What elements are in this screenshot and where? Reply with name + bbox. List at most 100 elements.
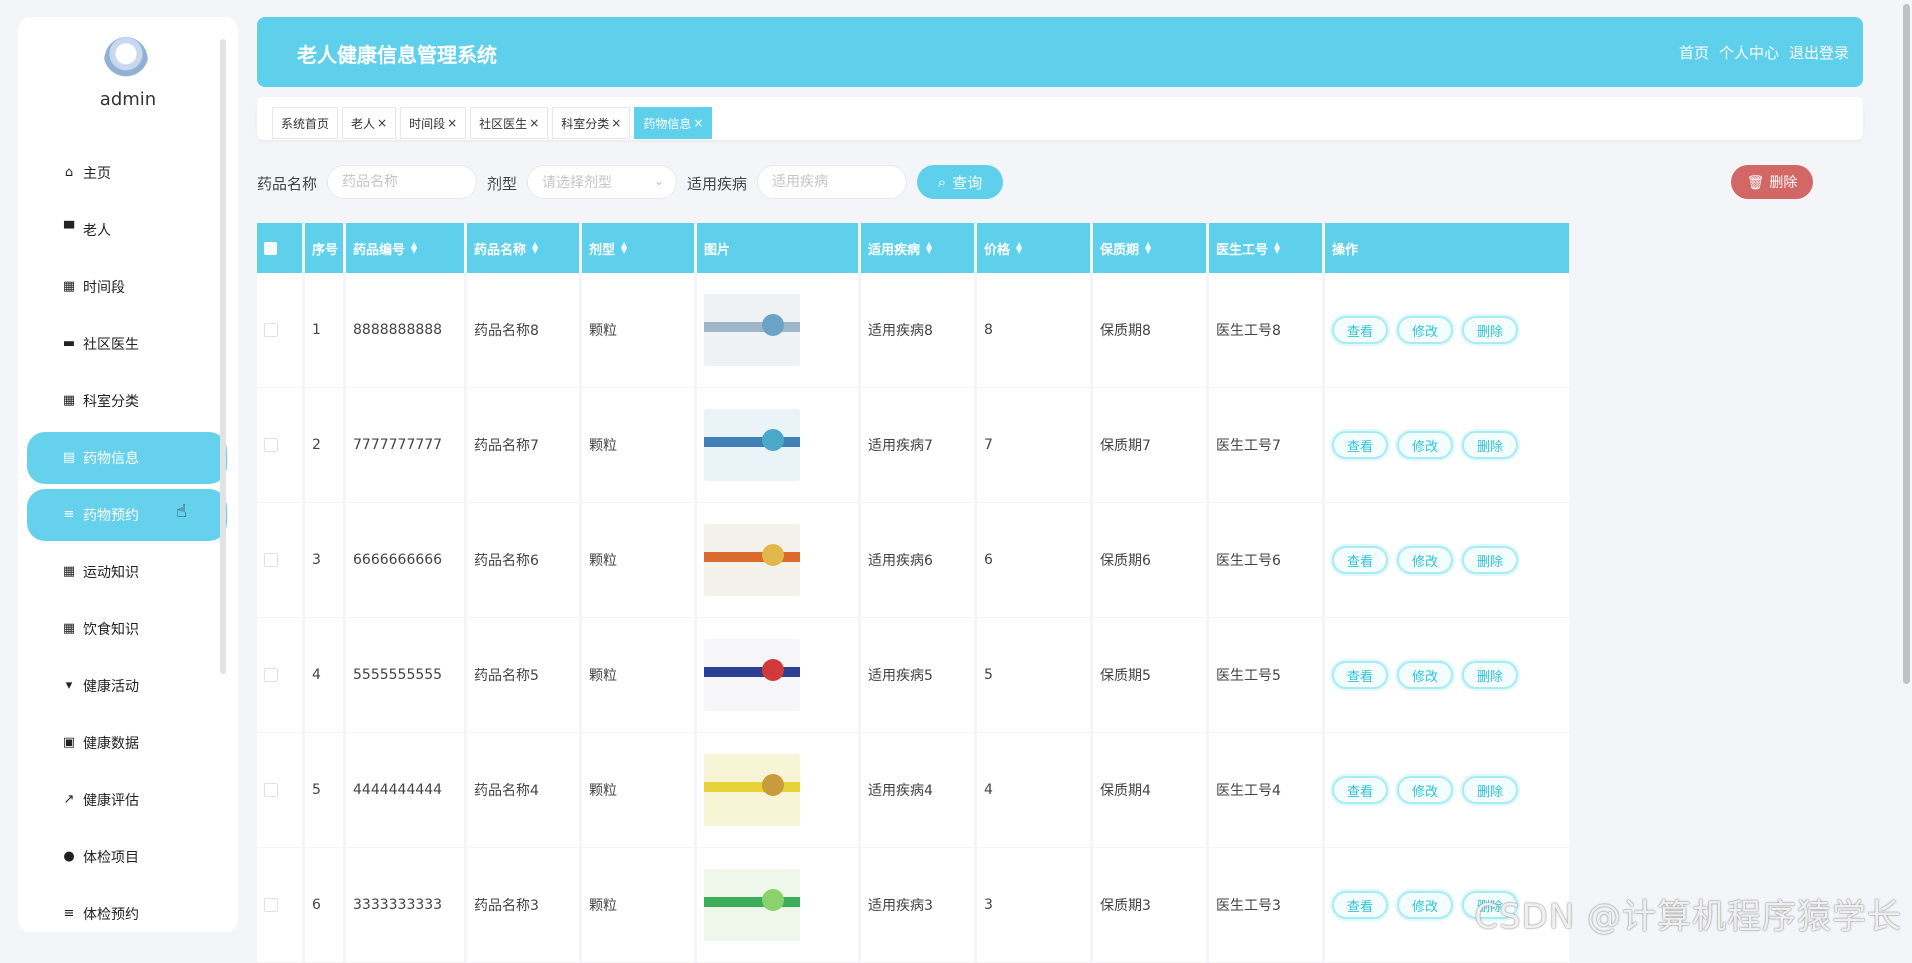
tab[interactable]: 时间段 × xyxy=(400,107,467,139)
cell-form: 颗粒 xyxy=(582,733,694,848)
drug-image-mark xyxy=(762,659,784,681)
close-icon[interactable]: × xyxy=(611,116,621,130)
sidebar-item[interactable]: ▦ 科室分类 xyxy=(27,375,227,427)
sidebar-item[interactable]: ↗ 健康评估 xyxy=(27,774,227,826)
cell-no: 4 xyxy=(305,618,343,733)
tab[interactable]: 老人 × xyxy=(342,107,397,139)
sidebar-scrollbar[interactable] xyxy=(220,39,226,674)
card-icon: ▬ xyxy=(62,336,76,351)
drug-image-band xyxy=(704,322,800,332)
edit-button[interactable]: 修改 xyxy=(1397,776,1453,804)
view-button[interactable]: 查看 xyxy=(1332,431,1388,459)
view-button[interactable]: 查看 xyxy=(1332,776,1388,804)
sidebar-item[interactable]: ▤ 药物信息 xyxy=(27,432,227,484)
sidebar-item-label: 健康活动 xyxy=(83,679,139,695)
close-icon[interactable]: × xyxy=(529,116,539,130)
tab[interactable]: 药物信息 × xyxy=(634,107,713,139)
row-checkbox[interactable] xyxy=(264,323,278,337)
row-checkbox[interactable] xyxy=(264,783,278,797)
close-icon[interactable]: × xyxy=(377,116,387,130)
grid-icon: ▦ xyxy=(62,279,76,294)
sidebar-item[interactable]: ⌂ 主页 xyxy=(27,147,227,199)
column-header-label: 价格 xyxy=(984,242,1011,258)
sort-icon[interactable]: ▲ ▼ xyxy=(1145,241,1151,255)
delete-button[interactable]: 删除 xyxy=(1462,546,1518,574)
edit-button[interactable]: 修改 xyxy=(1397,316,1453,344)
sort-icon[interactable]: ▲ ▼ xyxy=(532,241,538,255)
query-button[interactable]: ⌕ 查询 xyxy=(917,165,1003,199)
view-button[interactable]: 查看 xyxy=(1332,316,1388,344)
sidebar-item[interactable]: ▀ 老人 xyxy=(27,204,227,256)
close-icon[interactable]: × xyxy=(693,116,703,130)
cell-actions: 查看 修改 删除 xyxy=(1325,618,1569,733)
row-checkbox[interactable] xyxy=(264,553,278,567)
sort-icon[interactable]: ▲ ▼ xyxy=(1016,241,1022,255)
view-button[interactable]: 查看 xyxy=(1332,661,1388,689)
sort-icon[interactable]: ▲ ▼ xyxy=(926,241,932,255)
logout-link[interactable]: 退出登录 xyxy=(1789,42,1849,63)
view-button[interactable]: 查看 xyxy=(1332,546,1388,574)
drug-image-mark xyxy=(762,429,784,451)
avatar[interactable] xyxy=(104,37,148,85)
sidebar-item[interactable]: ▣ 健康数据 xyxy=(27,717,227,769)
sidebar-item[interactable]: ▦ 运动知识 xyxy=(27,546,227,598)
top-header: 老人健康信息管理系统 首页 个人中心 退出登录 xyxy=(257,17,1863,87)
column-header[interactable]: 药品名称 ▲ ▼ xyxy=(467,223,579,273)
bulb-icon: ● xyxy=(63,849,75,864)
column-header-label: 操作 xyxy=(1332,242,1359,258)
sidebar-item[interactable]: ≡ 药物预约 xyxy=(27,489,227,541)
sidebar-item[interactable]: ▦ 饮食知识 xyxy=(27,603,227,655)
column-header[interactable]: 适用疾病 ▲ ▼ xyxy=(861,223,974,273)
edit-button[interactable]: 修改 xyxy=(1397,661,1453,689)
drug-image[interactable] xyxy=(704,754,800,826)
delete-button[interactable]: 删除 xyxy=(1462,661,1518,689)
drug-image[interactable] xyxy=(704,524,800,596)
sidebar-item[interactable]: ● 体检项目 xyxy=(27,831,227,883)
drug-image[interactable] xyxy=(704,294,800,366)
close-icon[interactable]: × xyxy=(447,116,457,130)
edit-button[interactable]: 修改 xyxy=(1397,431,1453,459)
sidebar-item[interactable]: ▾ 健康活动 xyxy=(27,660,227,712)
column-header[interactable]: 剂型 ▲ ▼ xyxy=(582,223,694,273)
drug-name-input[interactable] xyxy=(327,165,477,199)
row-checkbox[interactable] xyxy=(264,438,278,452)
row-checkbox[interactable] xyxy=(264,898,278,912)
disease-input[interactable] xyxy=(757,165,907,199)
sidebar-item[interactable]: ▦ 时间段 xyxy=(27,261,227,313)
sidebar-item[interactable]: ≡ 体检预约 xyxy=(27,888,227,932)
batch-delete-button[interactable]: 🗑 删除 xyxy=(1731,165,1813,199)
sidebar-item[interactable]: ▬ 社区医生 xyxy=(27,318,227,370)
column-header[interactable]: 保质期 ▲ ▼ xyxy=(1093,223,1206,273)
drug-image[interactable] xyxy=(704,639,800,711)
drug-image[interactable] xyxy=(704,409,800,481)
delete-button[interactable]: 删除 xyxy=(1462,776,1518,804)
sort-icon[interactable]: ▲ ▼ xyxy=(1274,241,1280,255)
home-link[interactable]: 首页 xyxy=(1679,42,1709,63)
row-actions: 查看 修改 删除 xyxy=(1332,431,1518,459)
row-actions: 查看 修改 删除 xyxy=(1332,661,1518,689)
view-button[interactable]: 查看 xyxy=(1332,891,1388,919)
sort-icon[interactable]: ▲ ▼ xyxy=(411,241,417,255)
page-scrollbar[interactable] xyxy=(1903,4,1910,684)
edit-button[interactable]: 修改 xyxy=(1397,891,1453,919)
username: admin xyxy=(99,89,157,110)
tab[interactable]: 科室分类 × xyxy=(552,107,631,139)
cell-image xyxy=(697,618,858,733)
tab[interactable]: 社区医生 × xyxy=(470,107,549,139)
sidebar-item-label: 体检预约 xyxy=(83,907,139,923)
delete-button[interactable]: 删除 xyxy=(1462,316,1518,344)
profile-link[interactable]: 个人中心 xyxy=(1719,42,1779,63)
select-all-checkbox[interactable] xyxy=(264,241,277,255)
dosage-form-select[interactable]: 请选择剂型 ⌄ xyxy=(527,165,677,199)
tab[interactable]: 系统首页 xyxy=(272,107,339,139)
cell-price: 6 xyxy=(977,503,1090,618)
column-header[interactable]: 价格 ▲ ▼ xyxy=(977,223,1090,273)
drug-image[interactable] xyxy=(704,869,800,941)
column-header[interactable]: 药品编号 ▲ ▼ xyxy=(346,223,464,273)
sort-icon[interactable]: ▲ ▼ xyxy=(621,241,627,255)
column-header[interactable]: 医生工号 ▲ ▼ xyxy=(1209,223,1322,273)
cell-name: 药品名称4 xyxy=(467,733,579,848)
edit-button[interactable]: 修改 xyxy=(1397,546,1453,574)
row-checkbox[interactable] xyxy=(264,668,278,682)
delete-button[interactable]: 删除 xyxy=(1462,431,1518,459)
